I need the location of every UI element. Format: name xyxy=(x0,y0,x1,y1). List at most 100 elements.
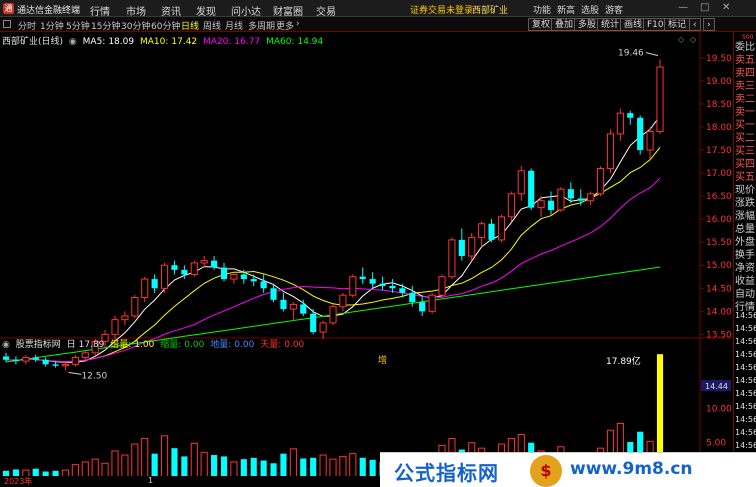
period-tab-multi[interactable]: 多周期 xyxy=(248,19,275,32)
candle-body xyxy=(428,294,436,312)
panel-toggle-icon[interactable] xyxy=(3,20,11,28)
candle-body xyxy=(458,239,465,257)
indicator-period: 日 xyxy=(66,340,76,350)
ground-volume-label: 地量: xyxy=(210,340,232,350)
candle-body xyxy=(270,288,277,300)
side-panel-row: 14:56 xyxy=(735,363,756,372)
volume-bar xyxy=(101,462,109,478)
candle-body xyxy=(280,299,287,310)
candle-body xyxy=(606,133,615,169)
side-panel-row: 14:56 xyxy=(735,428,756,437)
ma60-value: 14.94 xyxy=(297,37,324,47)
candle-body xyxy=(12,359,19,362)
candle-body xyxy=(478,223,486,239)
watermark-url: www.9m8.cn xyxy=(570,459,693,479)
candle-body xyxy=(200,260,208,264)
period-tab-5min[interactable]: 5分钟 xyxy=(66,19,90,32)
menu-item-stock-picker[interactable]: 选股 xyxy=(581,3,599,16)
chevron-left-icon[interactable]: ‹ xyxy=(689,18,701,31)
settings-dot-icon[interactable]: ◉ xyxy=(2,340,10,350)
menu-item-quotes[interactable]: 行情 xyxy=(90,3,110,18)
period-toolbar: 分时 1分钟 5分钟 15分钟 30分钟 60分钟 日线 周线 月线 多周期 更… xyxy=(0,17,756,32)
volume-bar xyxy=(141,438,149,478)
candle-body xyxy=(616,112,624,135)
volume-bar xyxy=(190,442,198,478)
candle-body xyxy=(250,279,257,282)
volume-bar xyxy=(289,448,297,478)
watermark-banner: 公式指标网 $ www.9m8.cn xyxy=(380,452,756,487)
period-tab-monthly[interactable]: 月线 xyxy=(225,19,243,32)
candle-body xyxy=(488,223,495,240)
sky-volume-value: 0.00 xyxy=(284,340,305,350)
candle-body xyxy=(131,297,139,317)
chevron-right-icon[interactable]: › xyxy=(296,19,300,29)
menu-item-discover[interactable]: 发现 xyxy=(196,3,216,18)
year-label: 2023年 xyxy=(4,477,33,486)
mark-button[interactable]: 标记 xyxy=(664,18,691,31)
period-tab-60min[interactable]: 60分钟 xyxy=(151,19,180,32)
period-tab-15min[interactable]: 15分钟 xyxy=(91,19,120,32)
volume-bar xyxy=(369,459,376,477)
candle-body xyxy=(438,276,446,296)
candle-body xyxy=(190,262,198,275)
period-tab-daily[interactable]: 日线 xyxy=(181,19,199,32)
close-icon[interactable]: ✕ xyxy=(722,2,730,13)
volume-bar xyxy=(240,459,247,477)
double-volume-value: 1.00 xyxy=(134,340,155,350)
candle-body xyxy=(587,193,595,202)
diamond-icon: ◇ xyxy=(678,35,685,44)
kline-chart-area[interactable]: 19.50 19.00 18.50 18.00 17.50 17.00 16.50 16.00… xyxy=(0,32,733,487)
side-panel-row: 14:56 xyxy=(735,376,756,385)
double-volume-label: 倍量: xyxy=(110,340,132,350)
minimize-icon[interactable]: — xyxy=(678,2,688,13)
volume-bar xyxy=(250,457,257,477)
candle-body xyxy=(567,189,574,199)
chevron-right-icon[interactable]: › xyxy=(703,18,715,31)
volume-bar xyxy=(310,457,317,477)
menu-item-news[interactable]: 资讯 xyxy=(161,3,181,18)
candle-body xyxy=(399,288,406,293)
menu-item-ask[interactable]: 问小达 xyxy=(231,3,261,18)
volume-bar xyxy=(339,455,347,478)
maximize-icon[interactable]: □ xyxy=(700,2,709,13)
kline-chart[interactable]: 19.50 19.00 18.50 18.00 17.50 17.00 16.50 16.00… xyxy=(0,32,733,487)
period-tab-30min[interactable]: 30分钟 xyxy=(121,19,150,32)
volume-bar xyxy=(151,453,158,477)
candle-body xyxy=(141,278,149,299)
main-panel-legend: 西部矿业(日线) ◉ MA5: 18.09 MA10: 17.42 MA20: 16.… xyxy=(2,34,326,47)
volume-bar xyxy=(319,454,327,478)
candle-body xyxy=(2,356,10,360)
candle-body xyxy=(507,193,515,218)
candle-body xyxy=(111,319,119,335)
candle-body xyxy=(537,200,545,209)
settings-dot-icon[interactable]: ◉ xyxy=(69,37,77,47)
ma10-line xyxy=(5,147,661,363)
period-tab-1min[interactable]: 1分钟 xyxy=(40,19,64,32)
menu-item-trade[interactable]: 交易 xyxy=(316,3,336,18)
price-axis-label: 17.00 xyxy=(706,169,732,179)
menu-item-wealth[interactable]: 财富圈 xyxy=(273,3,303,18)
app-logo-icon: 通 xyxy=(3,3,14,14)
menu-item-market[interactable]: 市场 xyxy=(126,3,146,18)
candle-body xyxy=(656,66,664,133)
indicator-day-value: 17.89 xyxy=(78,340,105,350)
watermark-text: 公式指标网 xyxy=(394,461,499,485)
side-panel-row: 14:56 xyxy=(735,415,756,424)
candle-body xyxy=(448,239,456,278)
period-tab-weekly[interactable]: 周线 xyxy=(203,19,221,32)
high-price-arrow xyxy=(645,52,659,57)
side-panel-row: 14:56 xyxy=(735,337,756,346)
low-price-label: 12.50 xyxy=(81,371,107,381)
menu-item-guest[interactable]: 游客 xyxy=(605,3,623,16)
trade-login-status[interactable]: 证券交易未登录 xyxy=(410,3,473,16)
period-tab-more[interactable]: 更多 xyxy=(276,19,294,32)
menu-item-function[interactable]: 功能 xyxy=(533,3,551,16)
menu-item-new-high[interactable]: 新高 xyxy=(557,3,575,16)
ma10-label: MA10: xyxy=(139,37,169,47)
diamond-icon: ◇ xyxy=(690,35,697,44)
candle-body xyxy=(369,279,376,284)
volume-bar xyxy=(181,456,188,477)
period-tab-intraday[interactable]: 分时 xyxy=(18,19,36,32)
candle-body xyxy=(300,304,307,314)
side-panel-row: 14:56 xyxy=(735,311,756,320)
